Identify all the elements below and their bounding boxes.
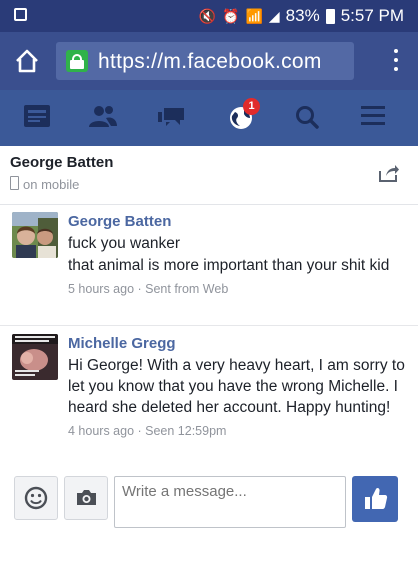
message-item: George Batten fuck you wanker that anima… xyxy=(10,212,408,316)
sender-name[interactable]: Michelle Gregg xyxy=(68,334,408,354)
message-meta: 5 hours ago · Sent from Web xyxy=(68,282,229,296)
message-body: George Batten fuck you wanker that anima… xyxy=(68,212,408,296)
contact-name[interactable]: George Batten xyxy=(10,154,113,171)
message-divider xyxy=(0,325,418,326)
camera-button[interactable] xyxy=(64,476,108,520)
message-composer xyxy=(0,470,418,540)
contact-status-text: on mobile xyxy=(23,177,80,192)
android-status-bar: 🔇 ⏰ 📶 ◢ 83% 5:57 PM xyxy=(0,0,418,32)
url-text: https://m.facebook.com xyxy=(98,50,322,73)
notifications-globe-icon[interactable]: 1 xyxy=(226,98,260,132)
share-icon[interactable] xyxy=(378,164,400,182)
like-button[interactable] xyxy=(352,476,398,522)
emoji-button[interactable] xyxy=(14,476,58,520)
avatar-michelle-gregg[interactable] xyxy=(12,334,58,380)
contact-status: on mobile xyxy=(10,176,79,192)
message-meta: 4 hours ago · Seen 12:59pm xyxy=(68,424,227,438)
clock: 5:57 PM xyxy=(340,6,404,25)
battery-level: 83% xyxy=(285,6,320,25)
facebook-nav-bar: 1 xyxy=(0,90,418,146)
avatar-george-batten[interactable] xyxy=(12,212,58,258)
search-icon[interactable] xyxy=(292,104,322,132)
battery-icon xyxy=(325,8,335,24)
alarm-icon: ⏰ xyxy=(222,7,240,24)
message-line: fuck you wanker xyxy=(68,235,180,252)
message-line: that animal is more important than your … xyxy=(68,257,390,274)
notification-badge: 1 xyxy=(243,98,260,115)
menu-icon[interactable] xyxy=(358,104,388,132)
message-body: Michelle Gregg Hi George! With a very he… xyxy=(68,334,408,438)
status-icons: 🔇 ⏰ 📶 ◢ 83% 5:57 PM xyxy=(199,6,404,26)
news-feed-icon[interactable] xyxy=(22,104,52,132)
messages-icon[interactable] xyxy=(156,104,186,132)
lock-icon xyxy=(66,50,88,72)
friend-requests-icon[interactable] xyxy=(88,104,118,132)
mute-icon: 🔇 xyxy=(198,7,216,24)
message-line: Hi George! With a very heavy heart, I am… xyxy=(68,357,405,416)
browser-address-bar: https://m.facebook.com xyxy=(0,32,418,90)
message-item: Michelle Gregg Hi George! With a very he… xyxy=(10,334,408,462)
message-input[interactable] xyxy=(114,476,346,528)
conversation-header: George Batten on mobile xyxy=(0,146,418,205)
sender-name[interactable]: George Batten xyxy=(68,212,408,232)
wifi-icon: 📶 xyxy=(245,7,263,24)
overflow-menu-icon[interactable] xyxy=(394,49,398,73)
signal-icon: ◢ xyxy=(268,7,280,24)
screenshot-notification-icon xyxy=(14,8,27,21)
mobile-icon xyxy=(10,176,19,190)
home-icon[interactable] xyxy=(14,48,40,74)
url-field[interactable]: https://m.facebook.com xyxy=(56,42,354,80)
